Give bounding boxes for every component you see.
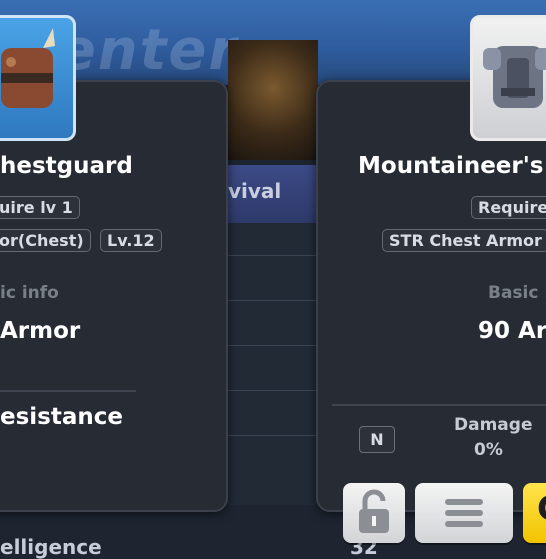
left-item-title: hestguard bbox=[0, 153, 133, 179]
background-row-divider bbox=[220, 255, 330, 256]
left-basic-info-label: ic info bbox=[0, 283, 59, 303]
right-require-chip: Require bbox=[471, 196, 546, 219]
background-row-divider bbox=[220, 390, 330, 391]
right-type-chip: STR Chest Armor bbox=[382, 229, 546, 252]
right-n-badge: N bbox=[359, 426, 395, 453]
background-row-divider bbox=[220, 345, 330, 346]
left-level-chip: Lv.12 bbox=[100, 229, 162, 252]
right-item-title: Mountaineer's bbox=[358, 153, 544, 179]
lock-icon bbox=[359, 489, 389, 533]
background-character-art bbox=[228, 40, 318, 160]
right-basic-info-label: Basic I bbox=[488, 283, 546, 303]
armor-icon bbox=[483, 46, 546, 108]
right-armor-value: 90 Ar bbox=[478, 318, 546, 344]
right-damage-label: Damage bbox=[454, 415, 533, 435]
background-row-divider bbox=[220, 435, 330, 436]
menu-icon bbox=[445, 499, 483, 527]
chestguard-icon bbox=[1, 28, 55, 108]
background-list: vival bbox=[220, 165, 330, 559]
equip-button[interactable]: C bbox=[523, 483, 546, 543]
background-stat-label: elligence bbox=[0, 535, 102, 559]
left-resistance-label: esistance bbox=[0, 404, 123, 430]
lock-button[interactable] bbox=[343, 483, 405, 543]
left-armor-value: Armor bbox=[0, 318, 81, 344]
left-require-chip: uire lv 1 bbox=[0, 196, 80, 219]
right-damage-value: 0% bbox=[474, 440, 503, 460]
background-row-divider bbox=[220, 300, 330, 301]
background-list-tab-label: vival bbox=[228, 179, 282, 203]
equip-button-glyph: C bbox=[537, 489, 546, 529]
right-item-thumbnail[interactable] bbox=[470, 15, 546, 141]
right-divider bbox=[332, 404, 546, 406]
menu-button[interactable] bbox=[415, 483, 513, 543]
background-list-tab[interactable]: vival bbox=[220, 165, 330, 223]
left-item-thumbnail[interactable] bbox=[0, 15, 76, 141]
left-divider bbox=[0, 390, 136, 392]
left-type-chip: or(Chest) bbox=[0, 229, 91, 252]
